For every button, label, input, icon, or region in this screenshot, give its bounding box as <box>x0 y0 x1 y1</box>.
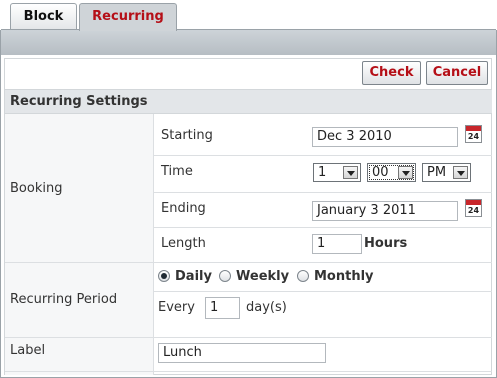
row-divider <box>5 337 492 338</box>
radio-weekly[interactable] <box>219 270 231 282</box>
row-divider <box>153 155 492 156</box>
radio-daily[interactable] <box>158 270 170 282</box>
row-divider <box>5 262 492 263</box>
row-divider <box>153 291 492 292</box>
chevron-down-icon <box>398 166 413 179</box>
ampm-select[interactable]: PM <box>422 163 471 182</box>
every-label: Every <box>158 300 195 315</box>
every-unit: day(s) <box>246 300 287 315</box>
length-label: Length <box>161 236 206 251</box>
time-label: Time <box>161 164 193 179</box>
ending-date-field[interactable]: January 3 2011 <box>312 201 458 221</box>
radio-monthly[interactable] <box>297 270 309 282</box>
calendar-icon[interactable]: 24 <box>465 125 482 143</box>
tab-recurring[interactable]: Recurring <box>79 3 177 31</box>
minute-select[interactable]: 00 <box>367 163 416 182</box>
label-field[interactable]: Lunch <box>158 343 326 363</box>
every-count-field[interactable]: 1 <box>205 297 240 319</box>
tab-header-bar <box>1 29 496 55</box>
label-column <box>5 114 153 375</box>
column-divider <box>153 114 154 375</box>
cancel-button[interactable]: Cancel <box>426 61 488 85</box>
label-row-label: Label <box>10 343 46 358</box>
length-field[interactable]: 1 <box>312 234 362 254</box>
starting-date-field[interactable]: Dec 3 2010 <box>312 127 458 147</box>
ending-label: Ending <box>161 201 206 216</box>
check-button[interactable]: Check <box>362 61 421 85</box>
tab-block[interactable]: Block <box>10 3 77 30</box>
daily-option-label[interactable]: Daily <box>175 269 212 284</box>
hour-select[interactable]: 1 <box>313 163 361 182</box>
booking-label: Booking <box>10 181 63 196</box>
row-divider <box>153 192 492 193</box>
starting-label: Starting <box>161 128 213 143</box>
calendar-icon[interactable]: 24 <box>465 199 482 217</box>
section-title: Recurring Settings <box>5 89 492 114</box>
monthly-option-label[interactable]: Monthly <box>314 269 374 284</box>
tab-bar: Block Recurring <box>0 0 497 31</box>
recurring-period-label: Recurring Period <box>10 292 118 307</box>
chevron-down-icon <box>453 166 468 179</box>
row-divider <box>153 227 492 228</box>
length-unit: Hours <box>364 236 408 251</box>
row-divider <box>5 371 492 372</box>
chevron-down-icon <box>343 166 358 179</box>
weekly-option-label[interactable]: Weekly <box>236 269 289 284</box>
